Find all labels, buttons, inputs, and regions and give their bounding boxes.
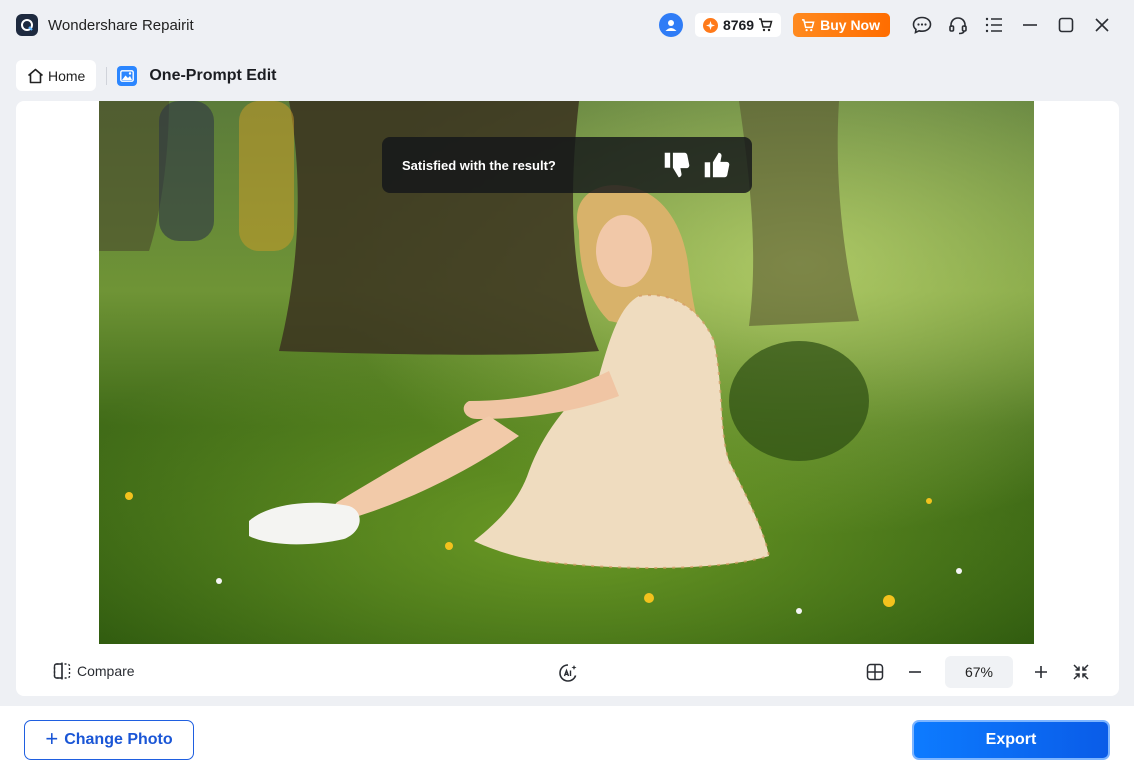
- chat-icon[interactable]: [904, 10, 940, 40]
- export-label: Export: [985, 731, 1037, 748]
- breadcrumb: Home One-Prompt Edit: [16, 60, 276, 91]
- home-label: Home: [48, 67, 86, 84]
- photo-preview[interactable]: Satisfied with the result?: [99, 101, 1034, 644]
- divider: [106, 66, 108, 85]
- feedback-toast: Satisfied with the result?: [382, 137, 752, 193]
- coin-icon: [702, 17, 718, 33]
- maximize-icon[interactable]: [1048, 10, 1084, 40]
- change-photo-button[interactable]: + Change Photo: [24, 720, 194, 760]
- credits-badge[interactable]: 8769: [694, 13, 782, 37]
- image-edit-icon: [117, 65, 138, 86]
- plus-icon: +: [45, 726, 59, 751]
- buy-now-label: Buy Now: [820, 17, 880, 33]
- cart-icon: [801, 18, 815, 32]
- cart-icon: [758, 18, 773, 32]
- close-icon[interactable]: [1084, 10, 1120, 40]
- plus-icon[interactable]: [1027, 658, 1055, 686]
- zoom-level[interactable]: 67%: [945, 656, 1013, 688]
- page-title: One-Prompt Edit: [117, 65, 277, 86]
- buy-now-button[interactable]: Buy Now: [793, 13, 890, 37]
- menu-list-icon[interactable]: [976, 10, 1012, 40]
- home-icon: [27, 68, 44, 83]
- export-button[interactable]: Export: [912, 720, 1110, 760]
- headset-icon[interactable]: [940, 10, 976, 40]
- repairit-logo-icon: [16, 14, 38, 36]
- feedback-question: Satisfied with the result?: [402, 157, 556, 173]
- thumbs-down-icon[interactable]: [662, 150, 692, 180]
- app-title: Wondershare Repairit: [48, 16, 194, 34]
- user-avatar-icon[interactable]: [658, 13, 683, 37]
- fit-screen-icon[interactable]: [1067, 658, 1095, 686]
- change-photo-label: Change Photo: [64, 731, 173, 748]
- compare-label: Compare: [77, 663, 135, 679]
- zoom-controls: 67%: [861, 656, 1095, 688]
- minimize-icon[interactable]: [1012, 10, 1048, 40]
- compare-icon: [53, 662, 71, 680]
- minus-icon[interactable]: [901, 658, 929, 686]
- title-bar: Wondershare Repairit 8769 Buy Now: [0, 0, 1134, 50]
- tool-title-label: One-Prompt Edit: [149, 66, 277, 84]
- home-button[interactable]: Home: [16, 60, 97, 91]
- preview-panel: Satisfied with the result? Compare 67%: [16, 101, 1119, 696]
- credits-count: 8769: [722, 17, 755, 33]
- ai-edit-icon[interactable]: [556, 661, 580, 685]
- grid-icon[interactable]: [861, 658, 889, 686]
- footer-bar: + Change Photo Export: [0, 706, 1134, 776]
- compare-button[interactable]: Compare: [53, 662, 135, 680]
- thumbs-up-icon[interactable]: [702, 150, 732, 180]
